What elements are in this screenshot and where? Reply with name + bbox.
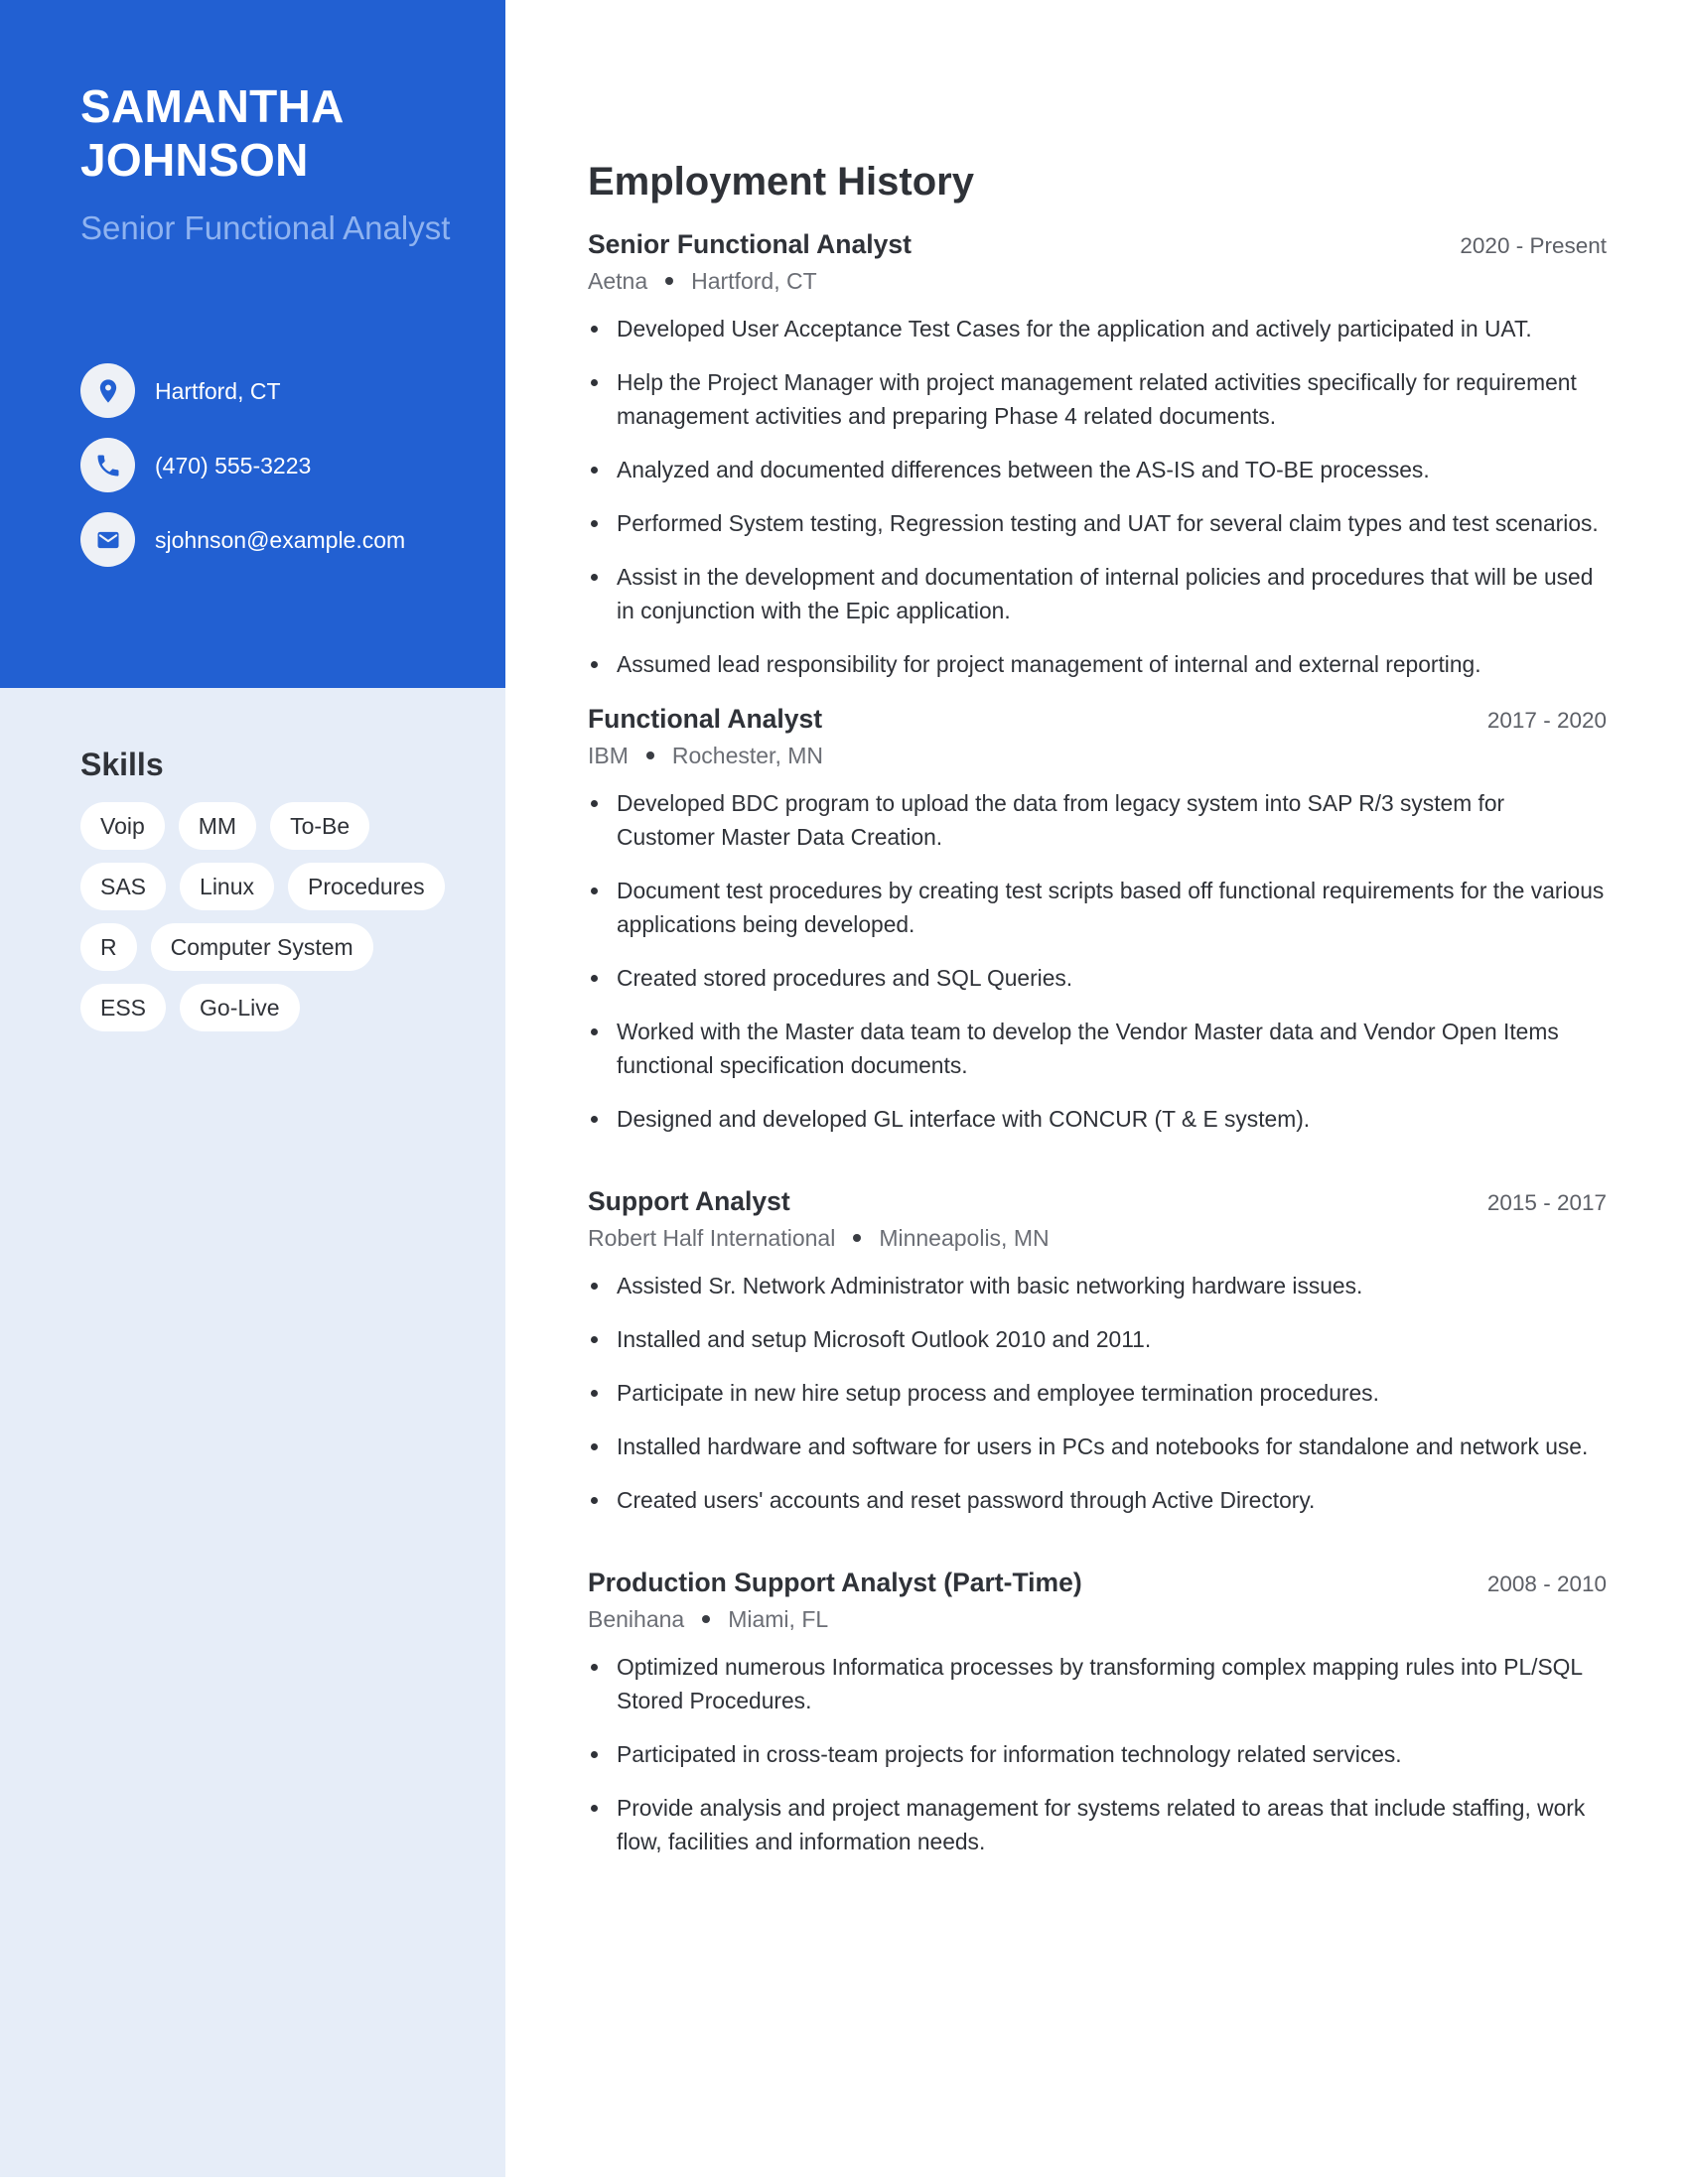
job-bullet: Assisted Sr. Network Administrator with … bbox=[588, 1269, 1607, 1302]
job-list: Senior Functional Analyst 2020 - Present… bbox=[588, 226, 1607, 1878]
job-bullet: Developed User Acceptance Test Cases for… bbox=[588, 312, 1607, 345]
job-bullet: Document test procedures by creating tes… bbox=[588, 874, 1607, 941]
skills-list: Voip MM To-Be SAS Linux Procedures R Com… bbox=[80, 802, 458, 1031]
job-company: Aetna bbox=[588, 268, 648, 294]
candidate-name: SAMANTHA JOHNSON bbox=[80, 80, 343, 186]
contact-email: sjohnson@example.com bbox=[80, 512, 405, 567]
job-bullets: Developed BDC program to upload the data… bbox=[588, 786, 1607, 1136]
job-bullet: Created stored procedures and SQL Querie… bbox=[588, 961, 1607, 995]
bullet-separator-icon bbox=[665, 277, 674, 285]
contact-phone-text[interactable]: (470) 555-3223 bbox=[155, 452, 311, 479]
candidate-headline: Senior Functional Analyst bbox=[80, 209, 451, 246]
job-bullet: Analyzed and documented differences betw… bbox=[588, 453, 1607, 486]
job-company: IBM bbox=[588, 743, 629, 768]
job-bullet: Assist in the development and documentat… bbox=[588, 560, 1607, 627]
envelope-icon bbox=[80, 512, 135, 567]
skill-tag: To-Be bbox=[270, 802, 370, 850]
skills-heading: Skills bbox=[80, 747, 164, 782]
job-title: Production Support Analyst (Part-Time) bbox=[588, 1568, 1082, 1597]
phone-icon bbox=[80, 438, 135, 492]
job-bullet: Assumed lead responsibility for project … bbox=[588, 647, 1607, 681]
job-entry: Senior Functional Analyst 2020 - Present… bbox=[588, 226, 1607, 681]
skill-tag: Go-Live bbox=[180, 984, 300, 1031]
contact-location-text: Hartford, CT bbox=[155, 377, 281, 404]
job-location: Hartford, CT bbox=[691, 268, 817, 294]
job-dates: 2020 - Present bbox=[1460, 233, 1607, 258]
sidebar: SAMANTHA JOHNSON Senior Functional Analy… bbox=[0, 0, 505, 2177]
job-title: Senior Functional Analyst bbox=[588, 229, 912, 259]
job-entry: Support Analyst 2015 - 2017 Robert Half … bbox=[588, 1183, 1607, 1517]
map-pin-icon bbox=[80, 363, 135, 418]
job-bullet: Participated in cross-team projects for … bbox=[588, 1737, 1607, 1771]
job-bullet: Installed hardware and software for user… bbox=[588, 1430, 1607, 1463]
job-dates: 2015 - 2017 bbox=[1486, 1190, 1607, 1215]
skill-tag: ESS bbox=[80, 984, 167, 1031]
contact-location: Hartford, CT bbox=[80, 363, 405, 418]
skill-tag: R bbox=[80, 923, 137, 971]
profile-header: SAMANTHA JOHNSON Senior Functional Analy… bbox=[0, 0, 505, 688]
skill-tag: Voip bbox=[80, 802, 165, 850]
job-bullets: Developed User Acceptance Test Cases for… bbox=[588, 312, 1607, 681]
job-location: Miami, FL bbox=[728, 1606, 829, 1632]
job-bullet: Created users' accounts and reset passwo… bbox=[588, 1483, 1607, 1517]
job-meta: Benihana Miami, FL bbox=[588, 1600, 1607, 1638]
job-bullet: Performed System testing, Regression tes… bbox=[588, 506, 1607, 540]
bullet-separator-icon bbox=[853, 1234, 862, 1242]
job-bullet: Help the Project Manager with project ma… bbox=[588, 365, 1607, 433]
employment-history-heading: Employment History bbox=[588, 160, 974, 204]
job-title: Support Analyst bbox=[588, 1186, 790, 1216]
job-bullet: Installed and setup Microsoft Outlook 20… bbox=[588, 1322, 1607, 1356]
job-meta: Aetna Hartford, CT bbox=[588, 262, 1607, 300]
contact-email-text[interactable]: sjohnson@example.com bbox=[155, 526, 405, 554]
skill-tag: Procedures bbox=[288, 863, 445, 910]
job-dates: 2017 - 2020 bbox=[1486, 708, 1607, 733]
job-location: Minneapolis, MN bbox=[879, 1225, 1050, 1251]
skill-tag: SAS bbox=[80, 863, 167, 910]
job-company: Benihana bbox=[588, 1606, 685, 1632]
job-bullet: Worked with the Master data team to deve… bbox=[588, 1015, 1607, 1082]
job-header: Senior Functional Analyst 2020 - Present bbox=[588, 226, 1607, 262]
contact-list: Hartford, CT (470) 555-3223 sjohnson@exa… bbox=[80, 363, 405, 587]
job-location: Rochester, MN bbox=[671, 743, 823, 768]
job-bullet: Optimized numerous Informatica processes… bbox=[588, 1650, 1607, 1717]
job-entry: Functional Analyst 2017 - 2020 IBM Roche… bbox=[588, 701, 1607, 1136]
job-entry: Production Support Analyst (Part-Time) 2… bbox=[588, 1565, 1607, 1858]
job-header: Production Support Analyst (Part-Time) 2… bbox=[588, 1565, 1607, 1600]
skill-tag: MM bbox=[178, 802, 257, 850]
job-bullets: Optimized numerous Informatica processes… bbox=[588, 1650, 1607, 1858]
job-meta: IBM Rochester, MN bbox=[588, 737, 1607, 774]
job-bullet: Designed and developed GL interface with… bbox=[588, 1102, 1607, 1136]
job-header: Support Analyst 2015 - 2017 bbox=[588, 1183, 1607, 1219]
job-bullets: Assisted Sr. Network Administrator with … bbox=[588, 1269, 1607, 1517]
job-bullet: Participate in new hire setup process an… bbox=[588, 1376, 1607, 1410]
job-bullet: Provide analysis and project management … bbox=[588, 1791, 1607, 1858]
contact-phone: (470) 555-3223 bbox=[80, 438, 405, 492]
job-bullet: Developed BDC program to upload the data… bbox=[588, 786, 1607, 854]
bullet-separator-icon bbox=[645, 751, 654, 759]
bullet-separator-icon bbox=[702, 1615, 711, 1623]
skill-tag: Linux bbox=[180, 863, 275, 910]
job-dates: 2008 - 2010 bbox=[1486, 1571, 1607, 1596]
job-company: Robert Half International bbox=[588, 1225, 836, 1251]
job-header: Functional Analyst 2017 - 2020 bbox=[588, 701, 1607, 737]
job-meta: Robert Half International Minneapolis, M… bbox=[588, 1219, 1607, 1257]
skill-tag: Computer System bbox=[150, 923, 373, 971]
job-title: Functional Analyst bbox=[588, 704, 823, 734]
